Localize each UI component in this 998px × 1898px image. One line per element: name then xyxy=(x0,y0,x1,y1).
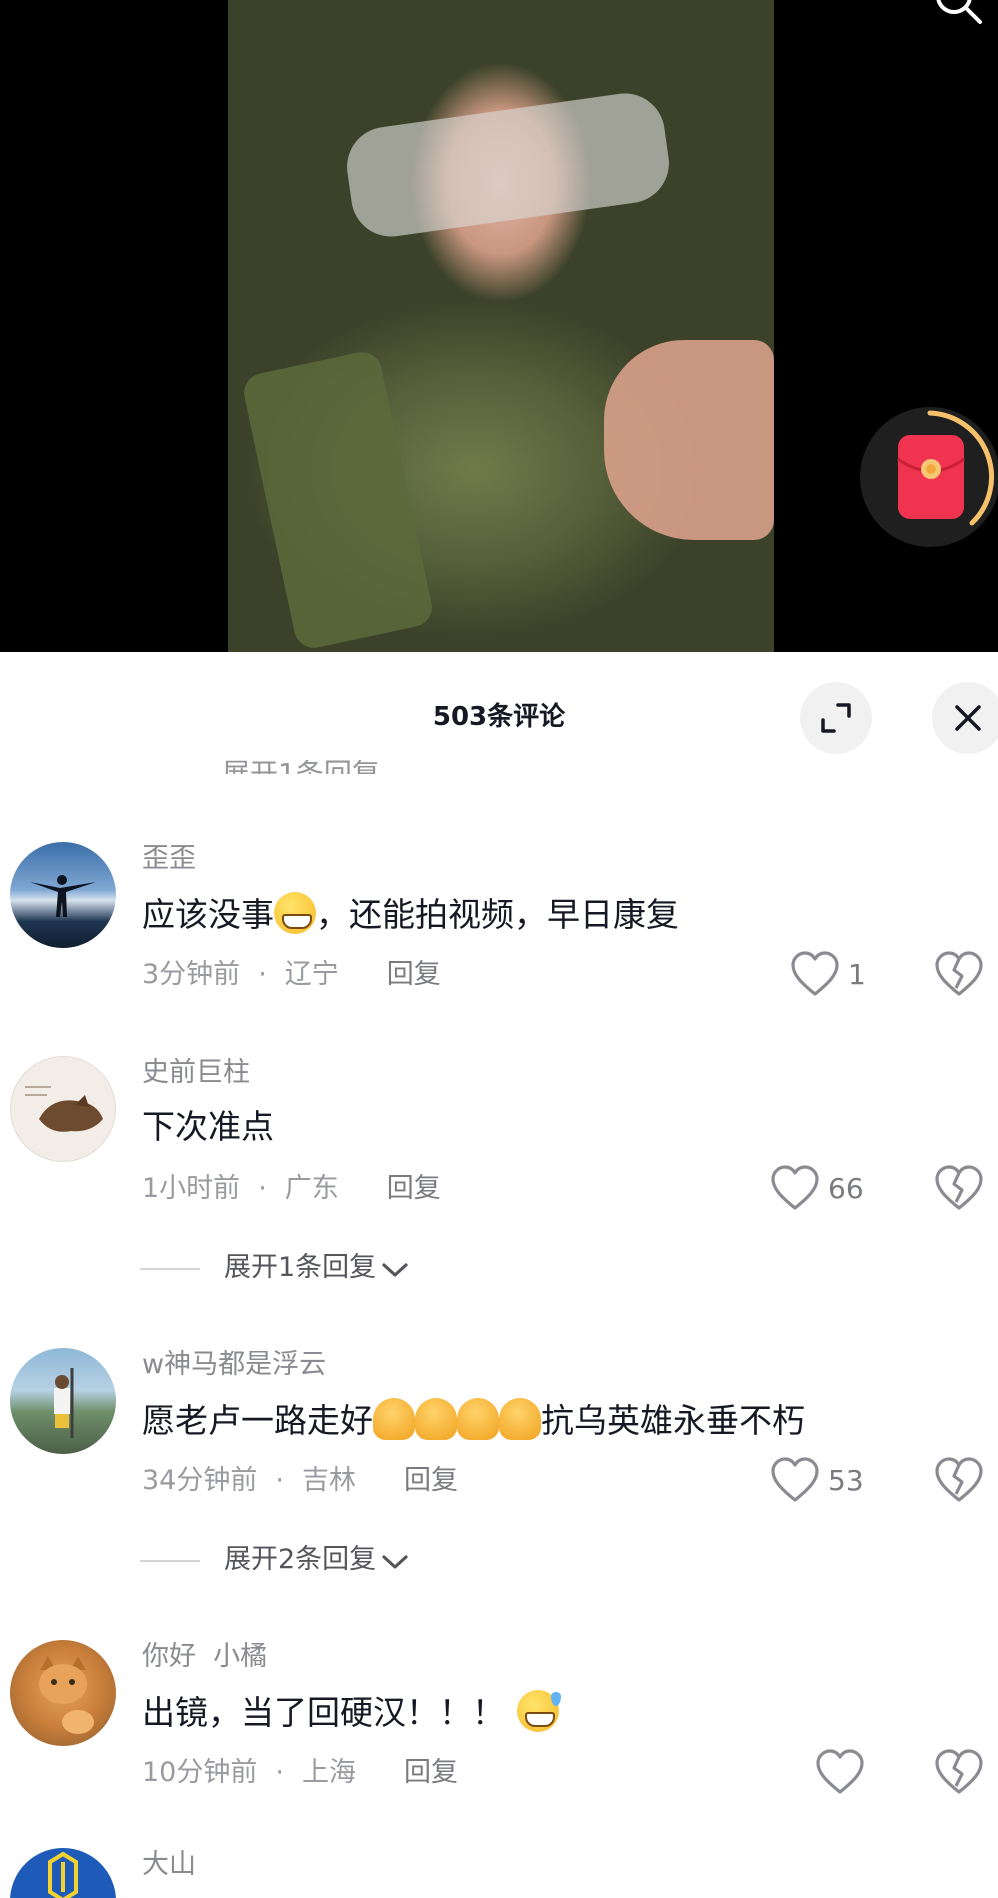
like-count: 1 xyxy=(848,958,866,991)
expand-replies-button[interactable]: 展开1条回复 xyxy=(140,1248,410,1288)
avatar[interactable] xyxy=(10,1348,116,1454)
comment-meta: 3分钟前 · 辽宁 回复 xyxy=(142,958,441,992)
expand-icon xyxy=(821,703,851,733)
red-packet-icon xyxy=(897,435,965,519)
reply-button[interactable]: 回复 xyxy=(387,1173,441,1204)
comment-text-part: 愿老卢一路走好 xyxy=(142,1401,373,1440)
heart-icon xyxy=(771,1165,819,1210)
comment-meta: 10分钟前 · 上海 回复 xyxy=(142,1756,458,1790)
comment-username[interactable]: 你好 小橘 xyxy=(142,1640,267,1674)
heart-icon xyxy=(771,1457,819,1502)
reply-button[interactable]: 回复 xyxy=(404,1757,458,1788)
comment-username[interactable]: w神马都是浮云 xyxy=(142,1348,326,1382)
avatar-silhouette-icon xyxy=(30,875,96,917)
grin-sweat-emoji-icon xyxy=(517,1690,561,1732)
comment-text-part: ，还能拍视频，早日康复 xyxy=(316,895,679,934)
comment-region: 吉林 xyxy=(301,1465,356,1496)
comment-text: 出镜，当了回硬汉！！！ xyxy=(142,1690,561,1734)
comment-username[interactable]: 大山 xyxy=(142,1848,196,1882)
reply-button[interactable]: 回复 xyxy=(387,959,441,990)
search-icon[interactable] xyxy=(934,0,984,26)
avatar[interactable] xyxy=(10,1848,116,1898)
grin-emoji-icon xyxy=(274,892,316,934)
like-count: 53 xyxy=(828,1464,864,1497)
like-button[interactable]: 53 xyxy=(770,1454,920,1508)
comment-time: 10分钟前 xyxy=(142,1757,258,1788)
close-button[interactable] xyxy=(932,682,998,754)
comment-meta: 34分钟前 · 吉林 回复 xyxy=(142,1464,458,1498)
heart-icon xyxy=(791,951,839,996)
expand-replies-label: 展开2条回复 xyxy=(224,1544,377,1575)
pray-emoji-icon xyxy=(373,1398,415,1440)
avatar[interactable] xyxy=(10,842,116,948)
video-frame[interactable] xyxy=(228,0,774,652)
like-button[interactable]: 66 xyxy=(770,1162,920,1216)
comment-item: 史前巨柱 下次准点 1小时前 · 广东 回复 66 xyxy=(0,1056,998,1226)
comment-text-part: 应该没事 xyxy=(142,895,274,934)
avatar-animal-icon xyxy=(25,1086,103,1132)
comment-region: 上海 xyxy=(301,1757,356,1788)
chevron-down-icon xyxy=(382,1555,408,1569)
comment-text: 愿老卢一路走好 抗乌英雄永垂不朽 xyxy=(142,1398,805,1442)
like-count: 66 xyxy=(828,1172,864,1205)
comment-item: 大山 xyxy=(0,1848,998,1898)
broken-heart-icon[interactable] xyxy=(934,1748,984,1796)
avatar-person-icon xyxy=(54,1368,74,1438)
comment-text: 下次准点 xyxy=(142,1107,274,1146)
video-player[interactable] xyxy=(0,0,998,652)
comment-username[interactable]: 歪歪 xyxy=(142,842,196,876)
pray-emoji-icon xyxy=(457,1398,499,1440)
meta-separator: · xyxy=(258,959,267,990)
pray-emoji-icon xyxy=(499,1398,541,1440)
pray-emoji-icon xyxy=(415,1398,457,1440)
scrolled-reply-peek: 展开1条回复 xyxy=(222,760,380,774)
video-content-bandage xyxy=(341,88,675,242)
expand-replies-button[interactable]: 展开2条回复 xyxy=(140,1540,410,1580)
comment-text: 应该没事 ，还能拍视频，早日康复 xyxy=(142,892,679,936)
expand-button[interactable] xyxy=(800,682,872,754)
meta-separator: · xyxy=(275,1465,284,1496)
comment-text-part: 抗乌英雄永垂不朽 xyxy=(541,1401,805,1440)
video-content-vest xyxy=(240,348,436,652)
comments-sheet: 503条评论 展开1条回复 歪歪 应该没事 ，还能拍视频，早日康复 3分钟前 · 辽宁… xyxy=(0,652,998,1898)
chevron-down-icon xyxy=(382,1263,408,1277)
comment-region: 广东 xyxy=(284,1173,339,1204)
meta-separator: · xyxy=(275,1757,284,1788)
avatar-emblem-icon xyxy=(48,1851,78,1898)
comment-text-part: 出镜，当了回硬汉！！！ xyxy=(142,1693,505,1732)
comment-item: 歪歪 应该没事 ，还能拍视频，早日康复 3分钟前 · 辽宁 回复 1 xyxy=(0,842,998,1012)
avatar[interactable] xyxy=(10,1056,116,1162)
broken-heart-icon[interactable] xyxy=(934,950,984,998)
comment-username[interactable]: 史前巨柱 xyxy=(142,1056,250,1090)
divider-line xyxy=(140,1267,200,1270)
expand-replies-label: 展开1条回复 xyxy=(224,1252,377,1283)
comment-time: 34分钟前 xyxy=(142,1465,258,1496)
comments-header: 503条评论 xyxy=(0,652,998,754)
divider-line xyxy=(140,1559,200,1562)
like-button[interactable]: 1 xyxy=(790,948,940,1002)
comment-time: 3分钟前 xyxy=(142,959,241,990)
heart-icon xyxy=(816,1749,864,1794)
comment-region: 辽宁 xyxy=(284,959,339,990)
video-content-hand xyxy=(604,340,774,540)
reply-button[interactable]: 回复 xyxy=(404,1465,458,1496)
comment-time: 1小时前 xyxy=(142,1173,241,1204)
red-packet-button[interactable] xyxy=(860,407,998,547)
avatar-cat-icon xyxy=(39,1656,94,1734)
broken-heart-icon[interactable] xyxy=(934,1456,984,1504)
broken-heart-icon[interactable] xyxy=(934,1164,984,1212)
comment-meta: 1小时前 · 广东 回复 xyxy=(142,1172,441,1206)
avatar[interactable] xyxy=(10,1640,116,1746)
comment-item: w神马都是浮云 愿老卢一路走好 抗乌英雄永垂不朽 34分钟前 · 吉林 回复 53 xyxy=(0,1348,998,1518)
meta-separator: · xyxy=(258,1173,267,1204)
close-icon xyxy=(955,705,981,731)
comment-item: 你好 小橘 出镜，当了回硬汉！！！ 10分钟前 · 上海 回复 xyxy=(0,1640,998,1810)
